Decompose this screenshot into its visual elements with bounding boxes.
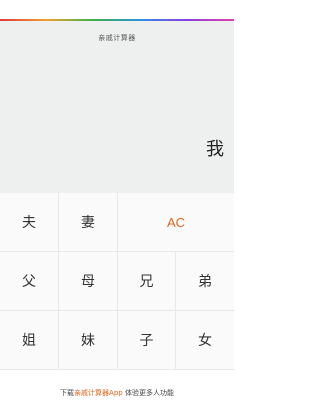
key-younger-brother[interactable]: 弟 (176, 252, 234, 311)
key-mother[interactable]: 母 (59, 252, 118, 311)
key-older-sister[interactable]: 姐 (0, 311, 59, 370)
relative-calculator-app: 亲戚计算器 我 夫 妻 AC 父 母 兄 弟 姐 妹 子 女 下载亲戚计算器Ap… (0, 0, 234, 416)
footer-text: 下载亲戚计算器App 体验更多人功能 (0, 388, 234, 398)
key-older-brother[interactable]: 兄 (118, 252, 176, 311)
footer-banner: 下载亲戚计算器App 体验更多人功能 (0, 370, 234, 416)
footer-prefix: 下载 (60, 389, 75, 397)
footer-suffix: 体验更多人功能 (122, 389, 174, 397)
key-husband[interactable]: 夫 (0, 193, 59, 252)
key-wife[interactable]: 妻 (59, 193, 118, 252)
key-daughter[interactable]: 女 (176, 311, 234, 370)
key-son[interactable]: 子 (118, 311, 176, 370)
app-title: 亲戚计算器 (98, 34, 136, 42)
download-app-link[interactable]: 亲戚计算器App (74, 389, 123, 397)
display-panel: 亲戚计算器 我 (0, 21, 234, 193)
keypad: 夫 妻 AC 父 母 兄 弟 姐 妹 子 女 (0, 193, 234, 370)
key-father[interactable]: 父 (0, 252, 59, 311)
key-younger-sister[interactable]: 妹 (59, 311, 118, 370)
clear-button[interactable]: AC (118, 193, 234, 252)
result-text: 我 (206, 139, 224, 160)
